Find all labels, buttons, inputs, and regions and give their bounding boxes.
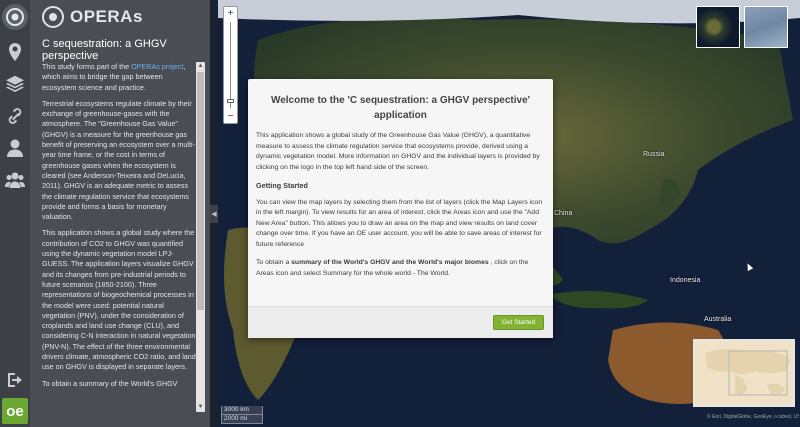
- intro-text: This study forms part of the: [42, 62, 132, 71]
- intro-paragraph: This study forms part of the OPERAs proj…: [42, 62, 198, 93]
- operas-brand[interactable]: OPERAs: [42, 4, 143, 30]
- panel-text: This study forms part of the OPERAs proj…: [42, 62, 198, 418]
- scroll-thumb[interactable]: [197, 72, 204, 310]
- brand-name: OPERAs: [70, 7, 143, 26]
- layers-icon[interactable]: [0, 70, 30, 98]
- user-icon[interactable]: [0, 134, 30, 162]
- zoom-control[interactable]: + −: [223, 6, 238, 124]
- zoom-slider-track[interactable]: [230, 22, 231, 108]
- icon-rail: oe: [0, 0, 30, 427]
- map-marker-icon[interactable]: [0, 38, 30, 66]
- zoom-slider-handle[interactable]: [227, 99, 234, 103]
- operas-logo-icon: [42, 6, 64, 28]
- getting-started-text: You can view the map layers by selecting…: [256, 198, 543, 248]
- map-label-indonesia: Indonesia: [670, 277, 701, 284]
- map-label-australia: Australia: [704, 316, 732, 323]
- basemap-imagery-thumbnail[interactable]: [696, 6, 740, 48]
- summary-instructions: To obtain a summary of the World's GHGV …: [256, 258, 546, 279]
- get-started-button[interactable]: Get Started: [493, 315, 544, 330]
- scroll-up-arrow-icon[interactable]: ▲: [196, 62, 205, 71]
- map-attribution: © Esri, DigitalGlobe, GeoEye, i-cubed, U…: [707, 414, 799, 420]
- map-label-russia: Russia: [643, 151, 665, 158]
- panel-scrollbar[interactable]: ▲ ▼: [196, 62, 205, 412]
- overview-map[interactable]: [693, 339, 795, 407]
- dialog-footer: Get Started: [248, 306, 553, 338]
- summary-text-bold: summary of the World's GHGV and the Worl…: [291, 259, 489, 266]
- oe-logo-button[interactable]: oe: [2, 398, 28, 424]
- getting-started-heading: Getting Started: [256, 181, 308, 190]
- scale-bar-km: 3000 km: [221, 406, 263, 415]
- operas-project-link[interactable]: OPERAs project: [131, 62, 183, 71]
- basemap-topo-thumbnail[interactable]: [744, 6, 788, 48]
- summary-text-start: To obtain a: [256, 259, 292, 266]
- overview-map-graphic: [695, 341, 793, 405]
- paragraph-summary: To obtain a summary of the World's GHGV: [42, 378, 178, 388]
- zoom-out-button[interactable]: −: [224, 110, 237, 123]
- panel-title: C sequestration: a GHGV perspective: [42, 38, 167, 62]
- scale-bar-mi: 2000 mi: [221, 415, 263, 424]
- globe-logo-icon[interactable]: [2, 4, 28, 30]
- paragraph-ghgv: Terrestrial ecosystems regulate climate …: [42, 98, 196, 222]
- collapse-panel-handle[interactable]: ◀: [210, 205, 218, 223]
- link-icon[interactable]: [0, 102, 30, 130]
- dialog-intro-text: This application shows a global study of…: [256, 132, 540, 171]
- zoom-in-button[interactable]: +: [224, 7, 237, 20]
- users-group-icon[interactable]: [0, 166, 30, 194]
- info-panel: OPERAs C sequestration: a GHGV perspecti…: [30, 0, 210, 427]
- paragraph-application: This application shows a global study wh…: [42, 228, 196, 372]
- sign-out-icon[interactable]: [0, 366, 30, 394]
- map-label-china: China: [554, 210, 573, 217]
- dialog-body: This application shows a global study of…: [256, 131, 546, 287]
- welcome-dialog: Welcome to the 'C sequestration: a GHGV …: [248, 79, 553, 338]
- scroll-down-arrow-icon[interactable]: ▼: [196, 403, 205, 412]
- dialog-title: Welcome to the 'C sequestration: a GHGV …: [270, 95, 531, 121]
